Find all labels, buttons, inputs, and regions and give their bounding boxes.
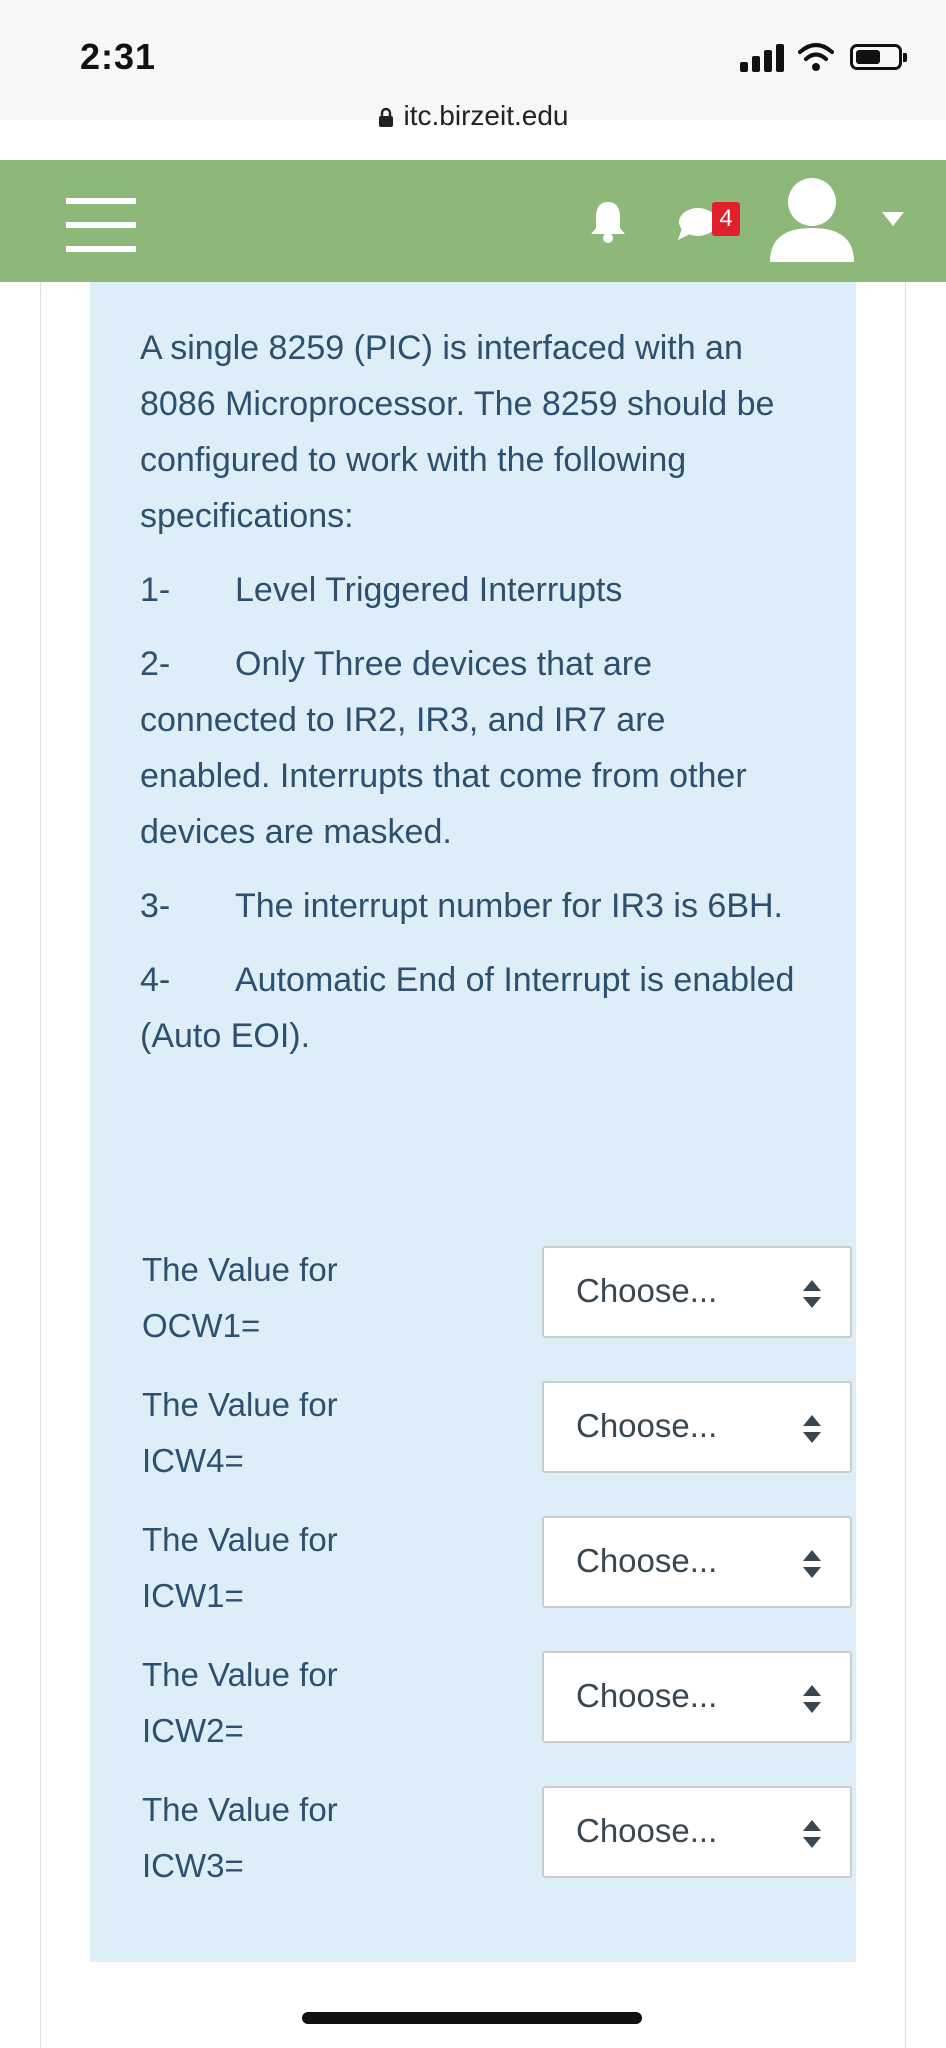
answer-label: The Value for ICW3= xyxy=(142,1791,338,1884)
select-value: Choose... xyxy=(576,1677,718,1714)
hamburger-icon[interactable] xyxy=(66,198,136,252)
up-down-arrows-icon xyxy=(803,1415,821,1443)
spec-item: 1- Level Triggered Interrupts xyxy=(140,562,800,618)
answer-label: The Value for OCW1= xyxy=(142,1251,338,1344)
answer-label: The Value for ICW2= xyxy=(142,1656,338,1749)
bell-icon[interactable] xyxy=(588,198,628,244)
icw1-select[interactable]: Choose... xyxy=(542,1516,852,1608)
caret-down-icon[interactable] xyxy=(882,212,904,226)
spec-number: 3- xyxy=(140,887,171,925)
app-header: 4 xyxy=(0,160,946,282)
spec-item: 4- Automatic End of Interrupt is enabled … xyxy=(140,952,800,1064)
answer-label: The Value for ICW1= xyxy=(142,1521,338,1614)
status-time: 2:31 xyxy=(80,36,157,77)
spec-number: 1- xyxy=(140,571,171,609)
spec-number: 2- xyxy=(140,645,171,683)
answer-label: The Value for ICW4= xyxy=(142,1386,338,1479)
icw3-select[interactable]: Choose... xyxy=(542,1786,852,1878)
lock-icon xyxy=(378,107,393,127)
select-value: Choose... xyxy=(576,1542,718,1579)
signal-icon xyxy=(740,42,786,72)
user-avatar-icon[interactable] xyxy=(766,174,858,270)
answer-row-icw2: The Value for ICW2= Choose... xyxy=(142,1647,852,1782)
up-down-arrows-icon xyxy=(803,1280,821,1308)
up-down-arrows-icon xyxy=(803,1820,821,1848)
select-value: Choose... xyxy=(576,1812,718,1849)
select-value: Choose... xyxy=(576,1272,718,1309)
spec-text: Automatic End of Interrupt is enabled (A… xyxy=(140,961,795,1055)
icw2-select[interactable]: Choose... xyxy=(542,1651,852,1743)
battery-icon xyxy=(850,44,907,70)
up-down-arrows-icon xyxy=(803,1550,821,1578)
wifi-icon xyxy=(798,43,834,71)
up-down-arrows-icon xyxy=(803,1685,821,1713)
question-text: A single 8259 (PIC) is interfaced with a… xyxy=(140,320,800,1082)
spec-number: 4- xyxy=(140,961,171,999)
icw4-select[interactable]: Choose... xyxy=(542,1381,852,1473)
answer-list: The Value for OCW1= Choose... The Value … xyxy=(142,1242,852,1917)
ocw1-select[interactable]: Choose... xyxy=(542,1246,852,1338)
answer-row-ocw1: The Value for OCW1= Choose... xyxy=(142,1242,852,1377)
url-text: itc.birzeit.edu xyxy=(403,100,569,131)
select-value: Choose... xyxy=(576,1407,718,1444)
spec-item: 3- The interrupt number for IR3 is 6BH. xyxy=(140,878,800,934)
message-count-badge: 4 xyxy=(712,202,740,236)
spec-text: Level Triggered Interrupts xyxy=(235,571,623,609)
question-box: A single 8259 (PIC) is interfaced with a… xyxy=(90,282,856,1962)
spec-item: 2- Only Three devices that are connected … xyxy=(140,636,800,860)
home-indicator[interactable] xyxy=(302,2012,642,2024)
answer-row-icw1: The Value for ICW1= Choose... xyxy=(142,1512,852,1647)
spec-text: The interrupt number for IR3 is 6BH. xyxy=(235,887,784,925)
answer-row-icw3: The Value for ICW3= Choose... xyxy=(142,1782,852,1917)
answer-row-icw4: The Value for ICW4= Choose... xyxy=(142,1377,852,1512)
question-intro: A single 8259 (PIC) is interfaced with a… xyxy=(140,329,775,535)
address-bar[interactable]: itc.birzeit.edu xyxy=(0,100,946,132)
